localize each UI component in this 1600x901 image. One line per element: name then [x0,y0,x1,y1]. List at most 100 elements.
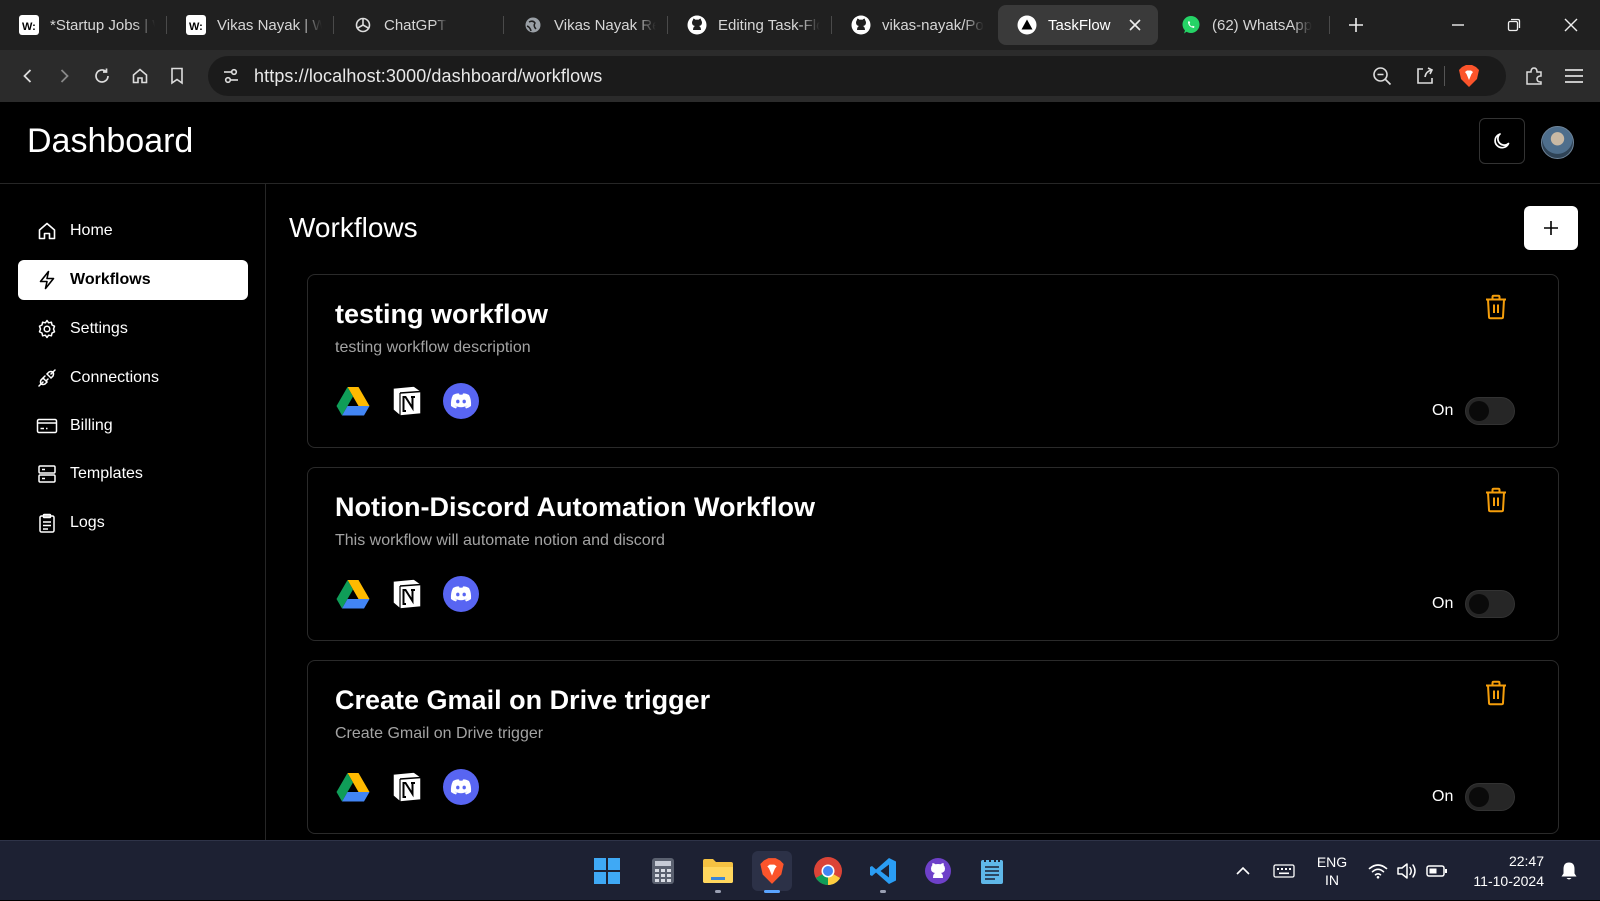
home-button[interactable] [127,63,153,89]
reload-icon [95,68,109,83]
site-settings-icon[interactable] [222,67,240,85]
running-indicator [880,890,886,893]
restore-window-button[interactable] [1486,0,1542,50]
close-icon [1559,13,1583,37]
tab-label: *Startup Jobs | W [50,16,155,34]
app-header: Dashboard [0,102,1600,184]
workflow-description: Create Gmail on Drive trigger [335,725,544,742]
delete-workflow-button[interactable] [1482,679,1510,707]
google-drive-icon [335,576,371,612]
theme-toggle-button[interactable] [1479,118,1525,164]
notepad-icon[interactable] [972,851,1012,891]
running-indicator [715,890,721,893]
github-icon [850,14,872,36]
browser-toolbar: https://localhost:3000/dashboard/workflo… [0,50,1600,102]
workflow-toggle[interactable]: On [1432,590,1516,618]
browser-tab-active[interactable]: TaskFlow [998,5,1158,45]
sidebar-item-settings[interactable]: Settings [18,309,248,349]
browser-tab[interactable]: vikas-nayak/Pol [832,0,996,50]
browser-tab[interactable]: Editing Task-Flo [668,0,832,50]
browser-tab[interactable]: Vikas Nayak Res [504,0,668,50]
brave-shields-button[interactable] [1456,63,1482,89]
browser-tab-strip: W: *Startup Jobs | W W: Vikas Nayak | W … [0,0,1600,50]
notifications-bell-icon[interactable] [1554,841,1584,901]
add-workflow-button[interactable] [1524,206,1578,250]
browser-tab[interactable]: (62) WhatsApp [1162,0,1330,50]
workflow-card[interactable]: testing workflow testing workflow descri… [307,274,1559,448]
toggle-label: On [1432,402,1454,419]
close-tab-icon[interactable] [1124,14,1146,36]
workflow-description: This workflow will automate notion and d… [335,532,665,549]
brave-shield-icon [1459,65,1479,87]
sidebar-item-connections[interactable]: Connections [18,358,248,398]
workflow-card[interactable]: Notion-Discord Automation Workflow This … [307,467,1559,641]
browser-tab[interactable]: ChatGPT [334,0,504,50]
sidebar-item-billing[interactable]: Billing [18,406,248,446]
volume-icon[interactable] [1393,841,1421,901]
running-indicator [764,890,780,893]
plus-icon [1349,18,1363,32]
trash-icon [1486,487,1506,513]
avatar[interactable] [1541,126,1574,159]
tab-label: Editing Task-Flo [718,16,820,34]
delete-workflow-button[interactable] [1482,486,1510,514]
new-tab-button[interactable] [1336,5,1376,45]
windows-taskbar: ENG IN 22:47 11-10-2024 [0,840,1600,900]
calculator-icon[interactable] [643,851,683,891]
home-icon [132,68,148,84]
workflow-card[interactable]: Create Gmail on Drive trigger Create Gma… [307,660,1559,834]
github-desktop-icon[interactable] [918,851,958,891]
whatsapp-icon [1180,14,1202,36]
close-window-button[interactable] [1543,0,1599,50]
toggle-switch[interactable] [1465,783,1516,811]
url-text: https://localhost:3000/dashboard/workflo… [254,66,603,86]
zoom-button[interactable] [1369,63,1395,89]
gear-icon [36,318,58,340]
minimize-window-button[interactable] [1430,0,1486,50]
tab-label: Vikas Nayak Res [554,16,656,34]
sidebar-item-label: Connections [70,369,159,386]
toggle-switch[interactable] [1465,397,1516,425]
keyboard-icon[interactable] [1268,841,1300,901]
language-indicator[interactable]: ENG IN [1312,853,1352,889]
tab-label: ChatGPT [384,16,447,34]
forward-button[interactable] [51,63,77,89]
windows-start-icon[interactable] [587,851,627,891]
workflow-toggle[interactable]: On [1432,397,1516,425]
google-drive-icon [335,383,371,419]
file-explorer-icon[interactable] [698,851,738,893]
extensions-button[interactable] [1521,63,1547,89]
sidebar-item-workflows[interactable]: Workflows [18,260,248,300]
svg-text:W:: W: [22,21,36,33]
browser-tab[interactable]: W: Vikas Nayak | W [167,0,334,50]
show-hidden-icons-button[interactable] [1227,841,1259,901]
chrome-icon[interactable] [808,851,848,891]
menu-button[interactable] [1561,63,1587,89]
tab-label: (62) WhatsApp [1212,16,1313,34]
bookmark-button[interactable] [164,63,190,89]
home-icon [36,220,58,242]
brave-icon[interactable] [752,851,792,893]
tab-label: Vikas Nayak | W [217,16,322,34]
address-bar[interactable]: https://localhost:3000/dashboard/workflo… [208,56,1506,96]
browser-tab[interactable]: W: *Startup Jobs | W [0,0,167,50]
sidebar-item-home[interactable]: Home [18,211,248,251]
back-button[interactable] [15,63,41,89]
system-clock[interactable]: 22:47 11-10-2024 [1464,851,1544,891]
tab-label: TaskFlow [1048,16,1111,34]
reload-button[interactable] [89,63,115,89]
notion-icon [389,383,425,419]
sidebar-item-logs[interactable]: Logs [18,503,248,543]
wifi-icon[interactable] [1364,841,1392,901]
trash-icon [1486,680,1506,706]
plug-icon [36,367,58,389]
workflow-description: testing workflow description [335,339,531,356]
workflow-toggle[interactable]: On [1432,783,1516,811]
vscode-icon[interactable] [863,851,903,893]
sidebar-item-templates[interactable]: Templates [18,454,248,494]
toggle-switch[interactable] [1465,590,1516,618]
wellfound-icon: W: [18,14,40,36]
share-button[interactable] [1412,63,1438,89]
delete-workflow-button[interactable] [1482,293,1510,321]
battery-icon[interactable] [1423,841,1451,901]
